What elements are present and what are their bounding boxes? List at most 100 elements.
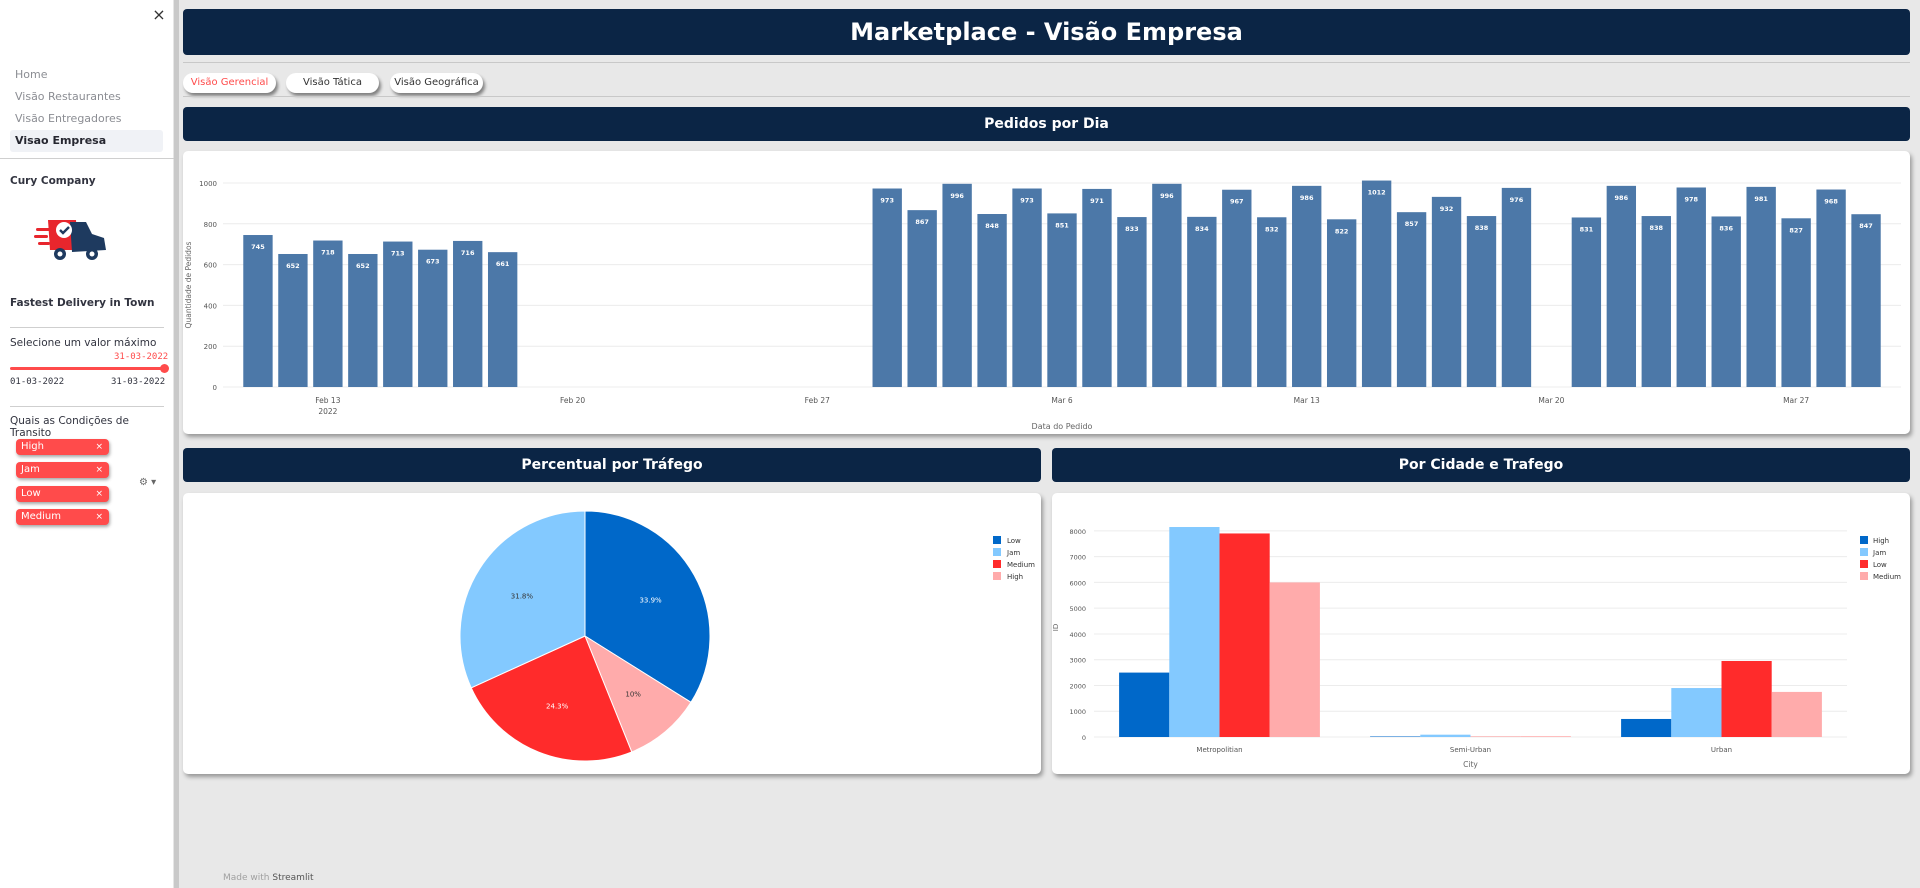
y-tick-label: 2000 [1069,682,1086,690]
y-tick-label: 4000 [1069,631,1086,639]
bar [1292,185,1322,387]
chip-remove-icon[interactable]: × [95,462,103,478]
legend-label: High [1007,573,1023,581]
x-tick-label: Feb 13 [315,396,340,405]
bar-value-label: 716 [461,249,475,257]
traffic-chip-medium[interactable]: Medium × [16,509,109,525]
legend-label: Low [1007,537,1021,545]
bar [1671,688,1722,737]
bar-value-label: 652 [356,262,370,270]
bar-value-label: 851 [1055,221,1069,229]
bar [1370,736,1421,737]
bar-value-label: 857 [1405,220,1419,228]
bar-value-label: 996 [950,192,964,200]
x-tick-label: Feb 27 [805,396,830,405]
bar [1187,216,1217,387]
bar [942,183,972,387]
bar [1781,218,1811,387]
bar [1606,185,1637,387]
bar-value-label: 661 [496,260,510,268]
streamlit-link[interactable]: Streamlit [272,873,313,883]
page-title: Marketplace - Visão Empresa [183,9,1910,55]
date-slider-handle[interactable] [160,364,169,373]
bar [418,249,448,387]
chip-remove-icon[interactable]: × [95,439,103,455]
x-tick-label: Mar 13 [1294,396,1320,405]
bar [243,235,273,387]
bar-value-label: 967 [1230,198,1244,206]
legend-label: High [1873,537,1889,545]
y-tick-label: 1000 [199,180,217,188]
footer: Made with Streamlit [223,873,313,883]
bar-value-label: 827 [1789,226,1803,234]
traffic-chip-jam[interactable]: Jam × [16,462,109,478]
date-slider-track[interactable] [10,367,164,370]
x-axis-title: City [1463,760,1478,769]
tabs-divider [183,96,1910,97]
tab-visao-gerencial[interactable]: Visão Gerencial [183,73,276,93]
bar-value-label: 832 [1265,225,1279,233]
tagline: Fastest Delivery in Town [10,297,155,309]
legend-label: Medium [1007,561,1035,569]
legend-swatch [993,536,1001,544]
pie-slice-label: 31.8% [511,592,534,600]
slider-min-label: 01-03-2022 [10,377,65,387]
bar [1771,691,1822,737]
bar [487,252,518,387]
bar [1466,216,1497,387]
traffic-percent-card: 33.9% 10% 24.3% 31.8% Low Jam Medium High [183,493,1041,774]
y-tick-label: 800 [204,221,217,229]
nav-item-visao-empresa[interactable]: Visao Empresa [10,130,163,152]
bar [1501,187,1532,387]
y-tick-label: 600 [204,262,217,270]
chip-remove-icon[interactable]: × [95,486,103,502]
slider-max-label: 31-03-2022 [111,377,166,387]
bar-value-label: 713 [391,250,405,258]
main-content: Marketplace - Visão Empresa Visão Gerenc… [179,0,1920,888]
y-tick-label: 1000 [1069,708,1086,716]
y-tick-label: 200 [204,343,217,351]
bar [1851,214,1881,387]
multiselect-settings-icon[interactable]: ⚙ ▾ [139,477,156,488]
nav-item-home[interactable]: Home [10,64,163,86]
bar [907,210,937,387]
close-sidebar-icon[interactable]: × [151,6,167,24]
sidebar-divider [10,327,164,328]
footer-prefix: Made with [223,873,270,883]
bar-value-label: 848 [985,222,999,230]
city-traffic-bar-chart: 0 1000 2000 3000 4000 5000 6000 7000 8000 Metropo… [1052,527,1901,769]
bar [1431,196,1462,387]
nav-item-visao-entregadores[interactable]: Visão Entregadores [10,108,163,130]
y-tick-label: 3000 [1069,657,1086,665]
bar-value-label: 652 [286,262,300,270]
chip-remove-icon[interactable]: × [95,509,103,525]
chip-label: Jam [21,464,40,475]
tab-visao-tatica[interactable]: Visão Tática [286,73,379,93]
bar-value-label: 932 [1440,205,1454,213]
sidebar-divider [0,158,174,159]
traffic-multiselect-label: Quais as Condições de Transito [10,415,129,439]
bar [1361,180,1392,387]
x-tick-label: Urban [1711,746,1732,754]
legend-label: Jam [1006,549,1020,557]
legend-label: Medium [1873,573,1901,581]
bar-value-label: 971 [1090,197,1104,205]
slider-label: Selecione um valor máximo [10,337,157,349]
bar-value-label: 973 [1020,197,1034,205]
tab-visao-geografica[interactable]: Visão Geográfica [390,73,483,93]
y-tick-label: 8000 [1069,528,1086,536]
traffic-chip-high[interactable]: High × [16,439,109,455]
bar-value-label: 986 [1615,194,1629,202]
traffic-chip-low[interactable]: Low × [16,486,109,502]
y-tick-label: 0 [1082,734,1086,742]
bar-value-label: 996 [1160,192,1174,200]
nav-item-visao-restaurantes[interactable]: Visão Restaurantes [10,86,163,108]
bar-value-label: 831 [1580,225,1594,233]
bar [1169,527,1220,737]
legend-swatch [993,572,1001,580]
x-tick-label: Mar 6 [1051,396,1073,405]
orders-per-day-chart: 0 200 400 600 800 1000 745 652 718 652 713 673 716 66… [184,180,1901,431]
legend-label: Jam [1872,549,1886,557]
x-tick-label: Semi-Urban [1450,746,1491,754]
y-axis-title: ID [1052,624,1060,631]
